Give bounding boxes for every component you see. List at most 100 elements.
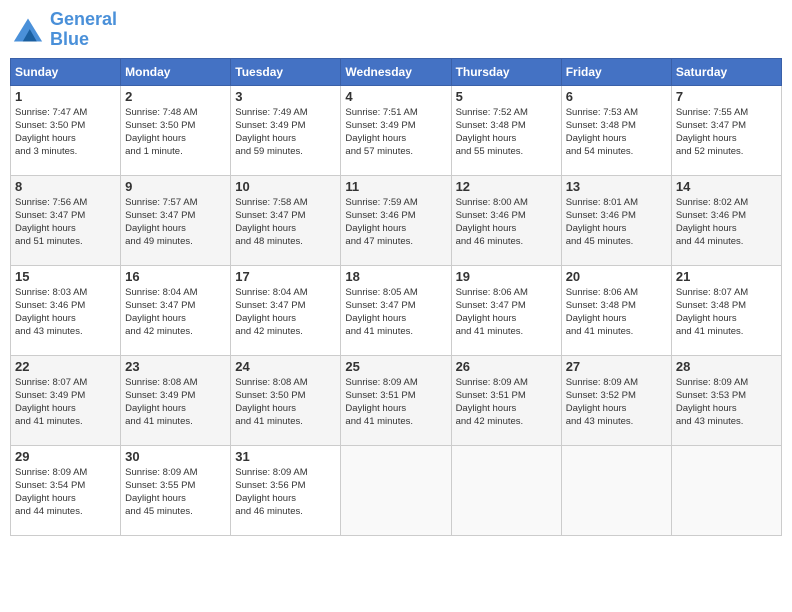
- weekday-header: Saturday: [671, 58, 781, 85]
- day-info: Sunrise: 7:53 AM Sunset: 3:48 PM Dayligh…: [566, 106, 667, 159]
- calendar-day-cell: 14 Sunrise: 8:02 AM Sunset: 3:46 PM Dayl…: [671, 175, 781, 265]
- day-info: Sunrise: 8:09 AM Sunset: 3:53 PM Dayligh…: [676, 376, 777, 429]
- day-info: Sunrise: 7:58 AM Sunset: 3:47 PM Dayligh…: [235, 196, 336, 249]
- calendar-day-cell: 16 Sunrise: 8:04 AM Sunset: 3:47 PM Dayl…: [121, 265, 231, 355]
- day-info: Sunrise: 8:09 AM Sunset: 3:56 PM Dayligh…: [235, 466, 336, 519]
- calendar-day-cell: 25 Sunrise: 8:09 AM Sunset: 3:51 PM Dayl…: [341, 355, 451, 445]
- day-info: Sunrise: 7:51 AM Sunset: 3:49 PM Dayligh…: [345, 106, 446, 159]
- day-number: 10: [235, 179, 336, 194]
- day-info: Sunrise: 8:09 AM Sunset: 3:51 PM Dayligh…: [345, 376, 446, 429]
- day-info: Sunrise: 7:59 AM Sunset: 3:46 PM Dayligh…: [345, 196, 446, 249]
- day-info: Sunrise: 7:57 AM Sunset: 3:47 PM Dayligh…: [125, 196, 226, 249]
- calendar-day-cell: 22 Sunrise: 8:07 AM Sunset: 3:49 PM Dayl…: [11, 355, 121, 445]
- calendar-day-cell: [671, 445, 781, 535]
- day-number: 27: [566, 359, 667, 374]
- day-number: 15: [15, 269, 116, 284]
- day-number: 17: [235, 269, 336, 284]
- calendar-day-cell: 8 Sunrise: 7:56 AM Sunset: 3:47 PM Dayli…: [11, 175, 121, 265]
- day-info: Sunrise: 8:00 AM Sunset: 3:46 PM Dayligh…: [456, 196, 557, 249]
- day-number: 5: [456, 89, 557, 104]
- day-info: Sunrise: 7:52 AM Sunset: 3:48 PM Dayligh…: [456, 106, 557, 159]
- day-number: 16: [125, 269, 226, 284]
- day-number: 22: [15, 359, 116, 374]
- day-number: 13: [566, 179, 667, 194]
- weekday-header: Thursday: [451, 58, 561, 85]
- day-number: 25: [345, 359, 446, 374]
- day-info: Sunrise: 7:47 AM Sunset: 3:50 PM Dayligh…: [15, 106, 116, 159]
- calendar-week-row: 22 Sunrise: 8:07 AM Sunset: 3:49 PM Dayl…: [11, 355, 782, 445]
- day-number: 19: [456, 269, 557, 284]
- day-number: 3: [235, 89, 336, 104]
- day-info: Sunrise: 8:06 AM Sunset: 3:47 PM Dayligh…: [456, 286, 557, 339]
- calendar-day-cell: 7 Sunrise: 7:55 AM Sunset: 3:47 PM Dayli…: [671, 85, 781, 175]
- calendar-header-row: SundayMondayTuesdayWednesdayThursdayFrid…: [11, 58, 782, 85]
- calendar-week-row: 8 Sunrise: 7:56 AM Sunset: 3:47 PM Dayli…: [11, 175, 782, 265]
- calendar-day-cell: 12 Sunrise: 8:00 AM Sunset: 3:46 PM Dayl…: [451, 175, 561, 265]
- calendar-day-cell: [451, 445, 561, 535]
- day-info: Sunrise: 8:09 AM Sunset: 3:51 PM Dayligh…: [456, 376, 557, 429]
- calendar-day-cell: 31 Sunrise: 8:09 AM Sunset: 3:56 PM Dayl…: [231, 445, 341, 535]
- calendar-day-cell: 2 Sunrise: 7:48 AM Sunset: 3:50 PM Dayli…: [121, 85, 231, 175]
- logo: General Blue: [10, 10, 117, 50]
- page-header: General Blue: [10, 10, 782, 50]
- day-number: 7: [676, 89, 777, 104]
- day-info: Sunrise: 7:49 AM Sunset: 3:49 PM Dayligh…: [235, 106, 336, 159]
- calendar-week-row: 15 Sunrise: 8:03 AM Sunset: 3:46 PM Dayl…: [11, 265, 782, 355]
- day-info: Sunrise: 8:02 AM Sunset: 3:46 PM Dayligh…: [676, 196, 777, 249]
- calendar-day-cell: 3 Sunrise: 7:49 AM Sunset: 3:49 PM Dayli…: [231, 85, 341, 175]
- day-info: Sunrise: 8:01 AM Sunset: 3:46 PM Dayligh…: [566, 196, 667, 249]
- day-info: Sunrise: 8:08 AM Sunset: 3:50 PM Dayligh…: [235, 376, 336, 429]
- day-number: 4: [345, 89, 446, 104]
- calendar-day-cell: 29 Sunrise: 8:09 AM Sunset: 3:54 PM Dayl…: [11, 445, 121, 535]
- day-info: Sunrise: 8:04 AM Sunset: 3:47 PM Dayligh…: [125, 286, 226, 339]
- calendar-week-row: 1 Sunrise: 7:47 AM Sunset: 3:50 PM Dayli…: [11, 85, 782, 175]
- calendar-day-cell: 13 Sunrise: 8:01 AM Sunset: 3:46 PM Dayl…: [561, 175, 671, 265]
- calendar-day-cell: 9 Sunrise: 7:57 AM Sunset: 3:47 PM Dayli…: [121, 175, 231, 265]
- day-number: 6: [566, 89, 667, 104]
- calendar-day-cell: 19 Sunrise: 8:06 AM Sunset: 3:47 PM Dayl…: [451, 265, 561, 355]
- weekday-header: Wednesday: [341, 58, 451, 85]
- calendar-day-cell: 30 Sunrise: 8:09 AM Sunset: 3:55 PM Dayl…: [121, 445, 231, 535]
- day-number: 11: [345, 179, 446, 194]
- calendar-day-cell: 27 Sunrise: 8:09 AM Sunset: 3:52 PM Dayl…: [561, 355, 671, 445]
- day-info: Sunrise: 7:55 AM Sunset: 3:47 PM Dayligh…: [676, 106, 777, 159]
- calendar-table: SundayMondayTuesdayWednesdayThursdayFrid…: [10, 58, 782, 536]
- day-number: 8: [15, 179, 116, 194]
- day-info: Sunrise: 8:09 AM Sunset: 3:52 PM Dayligh…: [566, 376, 667, 429]
- weekday-header: Sunday: [11, 58, 121, 85]
- day-info: Sunrise: 8:09 AM Sunset: 3:55 PM Dayligh…: [125, 466, 226, 519]
- calendar-week-row: 29 Sunrise: 8:09 AM Sunset: 3:54 PM Dayl…: [11, 445, 782, 535]
- day-info: Sunrise: 8:06 AM Sunset: 3:48 PM Dayligh…: [566, 286, 667, 339]
- calendar-day-cell: 26 Sunrise: 8:09 AM Sunset: 3:51 PM Dayl…: [451, 355, 561, 445]
- day-info: Sunrise: 8:07 AM Sunset: 3:48 PM Dayligh…: [676, 286, 777, 339]
- day-info: Sunrise: 8:04 AM Sunset: 3:47 PM Dayligh…: [235, 286, 336, 339]
- day-info: Sunrise: 8:07 AM Sunset: 3:49 PM Dayligh…: [15, 376, 116, 429]
- calendar-day-cell: 20 Sunrise: 8:06 AM Sunset: 3:48 PM Dayl…: [561, 265, 671, 355]
- calendar-day-cell: 10 Sunrise: 7:58 AM Sunset: 3:47 PM Dayl…: [231, 175, 341, 265]
- day-info: Sunrise: 7:56 AM Sunset: 3:47 PM Dayligh…: [15, 196, 116, 249]
- day-info: Sunrise: 8:08 AM Sunset: 3:49 PM Dayligh…: [125, 376, 226, 429]
- calendar-day-cell: 5 Sunrise: 7:52 AM Sunset: 3:48 PM Dayli…: [451, 85, 561, 175]
- day-info: Sunrise: 8:05 AM Sunset: 3:47 PM Dayligh…: [345, 286, 446, 339]
- day-number: 30: [125, 449, 226, 464]
- day-number: 14: [676, 179, 777, 194]
- day-number: 20: [566, 269, 667, 284]
- day-number: 23: [125, 359, 226, 374]
- day-number: 1: [15, 89, 116, 104]
- day-number: 29: [15, 449, 116, 464]
- weekday-header: Friday: [561, 58, 671, 85]
- calendar-day-cell: 21 Sunrise: 8:07 AM Sunset: 3:48 PM Dayl…: [671, 265, 781, 355]
- day-number: 31: [235, 449, 336, 464]
- day-number: 2: [125, 89, 226, 104]
- calendar-day-cell: 15 Sunrise: 8:03 AM Sunset: 3:46 PM Dayl…: [11, 265, 121, 355]
- day-number: 24: [235, 359, 336, 374]
- calendar-day-cell: [341, 445, 451, 535]
- calendar-day-cell: 4 Sunrise: 7:51 AM Sunset: 3:49 PM Dayli…: [341, 85, 451, 175]
- calendar-day-cell: 24 Sunrise: 8:08 AM Sunset: 3:50 PM Dayl…: [231, 355, 341, 445]
- calendar-day-cell: 23 Sunrise: 8:08 AM Sunset: 3:49 PM Dayl…: [121, 355, 231, 445]
- calendar-day-cell: 1 Sunrise: 7:47 AM Sunset: 3:50 PM Dayli…: [11, 85, 121, 175]
- calendar-day-cell: [561, 445, 671, 535]
- day-number: 21: [676, 269, 777, 284]
- weekday-header: Tuesday: [231, 58, 341, 85]
- logo-text: General Blue: [50, 10, 117, 50]
